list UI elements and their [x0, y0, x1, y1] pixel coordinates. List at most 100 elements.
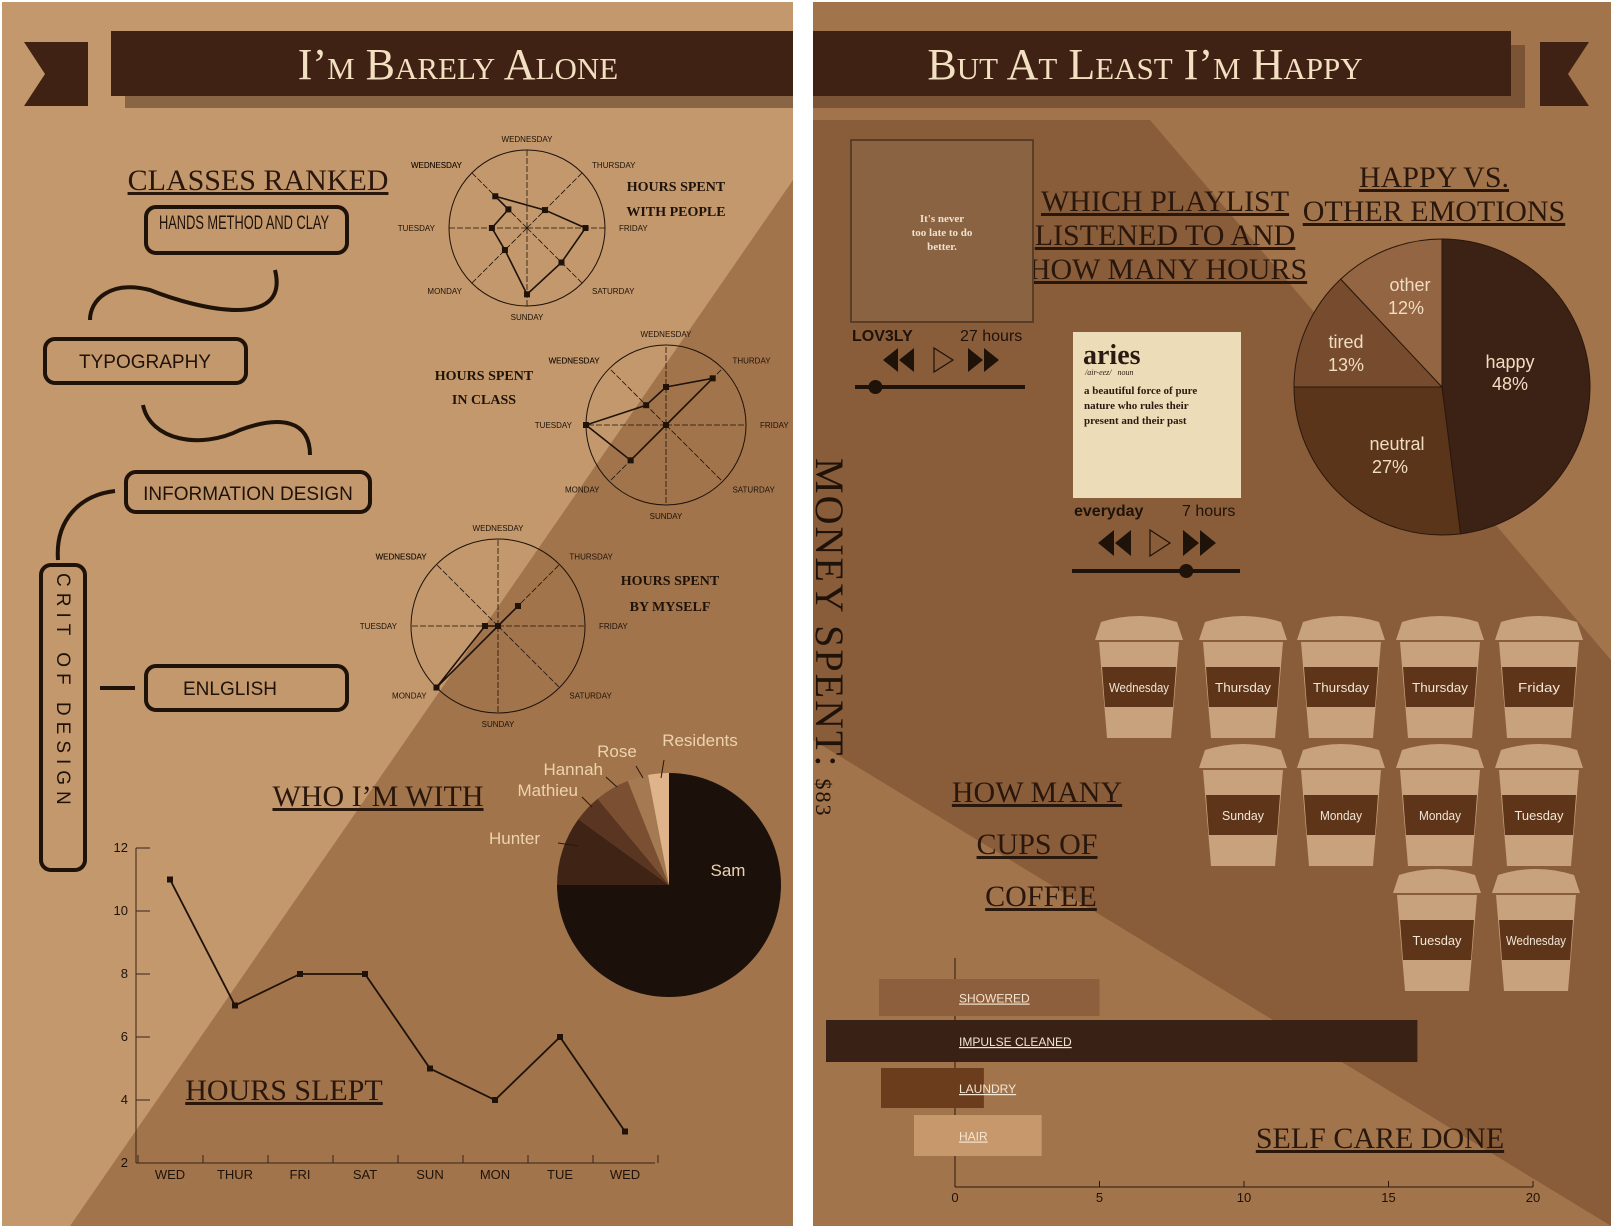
selfcare-x-tick-label: 0 — [951, 1190, 958, 1205]
album2-def-1: a beautiful force of pure — [1084, 385, 1197, 397]
class-label-2: TYPOGRAPHY — [79, 352, 211, 373]
radar-day-label: WEDNESDAY — [549, 357, 601, 366]
radar3-title-1: HOURS SPENT — [621, 574, 720, 589]
coffee-title-1: HOW MANY — [952, 776, 1122, 809]
radar-day-label: MONDAY — [392, 691, 427, 700]
who-label-rose: Rose — [597, 742, 637, 761]
coffee-cup-7: Monday — [1297, 744, 1385, 866]
radar-point — [495, 623, 501, 629]
radar2-title-2: IN CLASS — [452, 393, 516, 408]
selfcare-x-tick-label: 10 — [1237, 1190, 1251, 1205]
radar-point — [582, 225, 589, 231]
classes-title: CLASSES RANKED — [128, 164, 389, 197]
radar-day-label: TUESDAY — [360, 622, 398, 631]
radar-day-label: WEDNESDAY — [411, 161, 463, 170]
emotion-value-tired: 13% — [1328, 355, 1364, 375]
radar-point — [627, 457, 634, 464]
radar-day-label: SATURDAY — [592, 287, 635, 296]
who-label-sam: Sam — [711, 861, 746, 880]
album1-name: LOV3LY — [852, 328, 913, 345]
infographic: I’m Barely Alone But At Least I’m Happy … — [0, 0, 1613, 1228]
selfcare-bar-label: SHOWERED — [959, 992, 1030, 1006]
slept-x-tick-label: THUR — [217, 1167, 253, 1182]
selfcare-bar-label: LAUNDRY — [959, 1082, 1016, 1096]
class-label-5: CRIT OF DESIGN — [52, 573, 73, 811]
playlist-title-2: LISTENED TO AND — [1035, 219, 1296, 252]
radar-day-label: TUESDAY — [398, 224, 436, 233]
radar-point — [488, 225, 495, 231]
radar1-title-2: WITH PEOPLE — [626, 205, 725, 220]
radar-day-label: THURDAY — [732, 357, 771, 366]
emotions-title-2: OTHER EMOTIONS — [1303, 195, 1566, 228]
slept-y-tick-label: 2 — [121, 1155, 128, 1170]
radar-point — [524, 291, 530, 298]
who-label-hunter: Hunter — [489, 829, 540, 848]
slept-x-tick-label: SUN — [416, 1167, 443, 1182]
slept-x-tick-label: FRI — [290, 1167, 311, 1182]
left-title: I’m Barely Alone — [298, 40, 618, 89]
radar-day-label: FRIDAY — [619, 224, 648, 233]
slept-point — [427, 1065, 433, 1072]
album2-hours: 7 hours — [1182, 503, 1235, 520]
slept-x-tick-label: TUE — [547, 1167, 573, 1182]
selfcare-bar-label: HAIR — [959, 1130, 988, 1144]
coffee-cup-1: Wednesday — [1095, 616, 1183, 738]
playlist-title-3: HOW MANY HOURS — [1029, 253, 1307, 286]
class-label-3: INFORMATION DESIGN — [143, 484, 353, 505]
coffee-cup-9: Tuesday — [1495, 744, 1583, 866]
coffee-cup-label: Friday — [1518, 680, 1561, 695]
right-title: But At Least I’m Happy — [927, 40, 1362, 89]
radar-point — [558, 259, 565, 266]
coffee-cup-11: Wednesday — [1492, 869, 1580, 991]
radar-point — [583, 422, 589, 428]
radar-point — [663, 422, 669, 428]
album2-progress-track[interactable] — [1072, 569, 1240, 573]
radar-point — [663, 384, 669, 390]
radar3-title-2: BY MYSELF — [630, 600, 711, 615]
radar-point — [643, 402, 650, 409]
radar-point — [505, 206, 512, 213]
radar-day-label: WEDNESDAY — [641, 330, 693, 339]
coffee-title-2: CUPS OF — [977, 828, 1098, 861]
radar-day-label: WEDNESDAY — [473, 524, 525, 533]
slept-x-tick-label: WED — [155, 1167, 185, 1182]
emotion-label-happy: happy — [1485, 352, 1534, 372]
coffee-cup-label: Thursday — [1215, 680, 1272, 695]
radar-day-label: SUNDAY — [482, 720, 515, 729]
album1-progress-knob[interactable] — [868, 380, 883, 394]
album2-word: aries — [1083, 340, 1141, 371]
radar-day-label: FRIDAY — [760, 421, 789, 430]
coffee-cup-label: Sunday — [1222, 808, 1264, 823]
slept-y-tick-label: 10 — [114, 903, 128, 918]
coffee-cup-8: Monday — [1396, 744, 1484, 866]
slept-x-tick-label: WED — [610, 1167, 640, 1182]
album2-name: everyday — [1074, 503, 1143, 520]
emotions-title-1: HAPPY VS. — [1359, 161, 1509, 194]
coffee-cup-label: Wednesday — [1506, 933, 1566, 948]
slept-point — [167, 876, 173, 883]
slept-x-tick-label: SAT — [353, 1167, 377, 1182]
album2-progress-knob[interactable] — [1179, 564, 1194, 578]
radar-day-label: THURSDAY — [592, 161, 636, 170]
coffee-cup-5: Friday — [1495, 616, 1583, 738]
selfcare-bar — [826, 1020, 1418, 1062]
emotions-section: HAPPY VS. OTHER EMOTIONS happy48% neutral… — [1293, 161, 1591, 536]
coffee-cup-10: Tuesday — [1393, 869, 1481, 991]
radar-day-label: SATURDAY — [569, 691, 612, 700]
class-label-1: HANDS METHOD AND CLAY — [159, 213, 329, 234]
radar-day-label: MONDAY — [427, 287, 462, 296]
radar-day-label: SUNDAY — [511, 313, 544, 322]
emotions-pie: happy48% neutral 27% tired 13% other 12% — [1293, 238, 1591, 536]
album1-hours: 27 hours — [960, 328, 1022, 345]
radar-day-label: WEDNESDAY — [376, 553, 428, 562]
radar-day-label: WEDNESDAY — [502, 135, 554, 144]
radar-day-label: THURSDAY — [569, 553, 613, 562]
emotion-value-other: 12% — [1388, 298, 1424, 318]
emotion-label-tired: tired — [1328, 332, 1363, 352]
playlist-title-1: WHICH PLAYLIST — [1041, 185, 1289, 218]
coffee-cup-label: Tuesday — [1413, 933, 1462, 948]
slept-y-tick-label: 8 — [121, 966, 128, 981]
radar-point — [492, 193, 499, 200]
emotion-value-neutral: 27% — [1372, 457, 1408, 477]
radar-point — [481, 623, 488, 629]
